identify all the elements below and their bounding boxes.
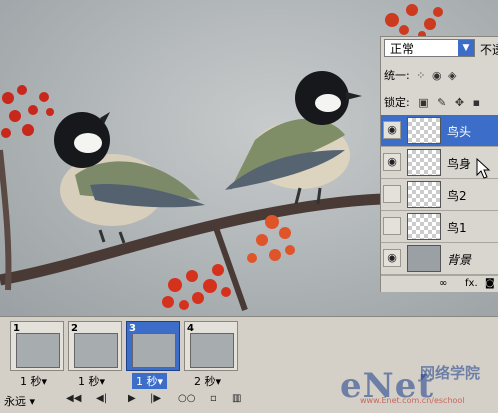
layer-name: 背景 [447,253,472,267]
chevron-down-icon[interactable]: ▼ [458,40,474,56]
layer-mask-icon[interactable]: ◙ [485,278,495,289]
animation-frame[interactable]: 2 1 秒▾ [68,321,122,388]
layer-thumbnail [407,245,441,272]
layer-name: 鸟头 [447,125,472,139]
unify-position-icon[interactable]: ⁘ [416,69,425,82]
watermark-logo-cn: 网络学院 [420,364,481,382]
layer-effects-button[interactable]: fx. [465,278,478,289]
unify-visibility-icon[interactable]: ◉ [432,69,442,82]
layer-row[interactable]: ◉ 鸟头 [381,115,498,147]
visibility-toggle[interactable] [383,185,401,203]
layer-name: 鸟2 [447,189,467,203]
new-frame-icon[interactable]: ▫ [210,393,217,404]
visibility-toggle[interactable] [383,217,401,235]
layer-name: 鸟身 [447,157,472,171]
left-bird [54,112,205,244]
blend-mode-value: 正常 [390,42,415,56]
opacity-label: 不透 [480,43,498,57]
frame-delay-select[interactable]: 1 秒▾ [132,373,168,389]
tween-icon[interactable]: ○○ [178,393,195,404]
eye-icon[interactable]: ◉ [383,121,401,139]
frame-thumbnail [74,333,118,368]
link-layers-icon[interactable]: ∞ [439,278,447,289]
animation-frame[interactable]: 1 1 秒▾ [10,321,64,388]
frame-delay-select[interactable]: 1 秒▾ [20,373,47,389]
frame-thumbnail [190,333,234,368]
lock-brush-icon[interactable]: ✎ [437,96,446,109]
animation-frame[interactable]: 4 2 秒▾ [184,321,238,388]
watermark-url: www.Enet.com.cn/eschool [360,396,465,405]
layer-row[interactable]: 鸟2 [381,179,498,211]
unify-style-icon[interactable]: ◈ [448,69,456,82]
layer-row[interactable]: ◉ 背景 [381,243,498,275]
frame-thumbnail [132,333,176,368]
unify-label: 统一: [384,69,410,82]
play-icon[interactable]: ▶ [128,393,136,404]
layer-name: 鸟1 [447,221,467,235]
previous-frame-icon[interactable]: ◀| [96,393,107,404]
blend-mode-select[interactable]: 正常 ▼ [384,39,475,57]
layer-thumbnail [407,213,441,240]
layers-panel-footer: ∞ fx. ◙ [381,275,498,292]
next-frame-icon[interactable]: |▶ [150,393,161,404]
layer-row[interactable]: 鸟1 [381,211,498,243]
mouse-cursor-icon [476,158,491,179]
lock-move-icon[interactable]: ✥ [455,96,464,109]
trash-icon[interactable]: ▥ [232,393,241,404]
lock-label: 锁定: [384,96,410,109]
unify-row: 统一: ⁘ ◉ ◈ [384,67,457,83]
right-bird [225,71,362,205]
loop-select[interactable]: 永远 ▾ [4,393,35,409]
lock-row: 锁定: ▣ ✎ ✥ ▪ [384,94,480,110]
layer-list: ◉ 鸟头 ◉ 鸟身 鸟2 鸟1 ◉ 背景 [381,115,498,275]
layer-thumbnail [407,181,441,208]
eye-icon[interactable]: ◉ [383,153,401,171]
blend-mode-row: 正常 ▼ 不透 [384,39,498,61]
first-frame-icon[interactable]: ◀◀ [66,393,81,404]
lock-all-icon[interactable]: ▪ [473,96,480,109]
lock-transparency-icon[interactable]: ▣ [418,96,428,109]
layer-thumbnail [407,149,441,176]
frame-delay-select[interactable]: 2 秒▾ [194,373,221,389]
animation-frame[interactable]: 3 1 秒▾ [126,321,180,389]
layer-thumbnail [407,117,441,144]
frame-delay-select[interactable]: 1 秒▾ [78,373,105,389]
eye-icon[interactable]: ◉ [383,249,401,267]
frame-thumbnail [16,333,60,368]
